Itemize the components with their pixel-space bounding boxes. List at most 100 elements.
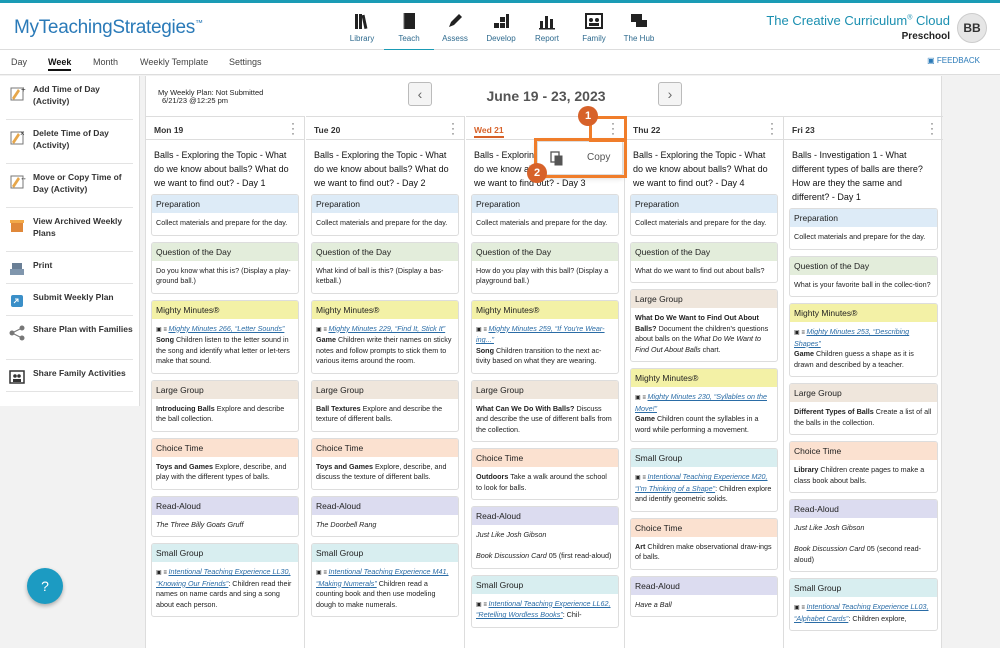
- activity-card[interactable]: Read-Aloud Just Like Josh Gibson Book Disc…: [789, 499, 938, 572]
- chat-icon: [631, 14, 647, 27]
- sidebar-item-view-archived-weekly-plans[interactable]: View Archived Weekly Plans: [6, 208, 133, 252]
- help-button[interactable]: ?: [27, 568, 63, 604]
- activity-card[interactable]: Choice Time Library Children create pages…: [789, 441, 938, 493]
- activity-heading: Read-Aloud: [631, 576, 777, 595]
- activity-card[interactable]: Choice Time Toys and Games Explore, descr…: [311, 437, 459, 490]
- activity-card[interactable]: Large Group What Can We Do With Balls? Di…: [471, 379, 619, 442]
- activity-heading: Small Group: [631, 449, 777, 467]
- activity-card[interactable]: Choice Time Outdoors Take a walk around t…: [471, 448, 619, 500]
- activity-card[interactable]: Small Group ▣ ≡ Intentional Teaching Expe…: [630, 448, 778, 512]
- activity-body: Collect materials and prepare for the da…: [794, 232, 926, 241]
- activity-heading: Choice Time: [312, 438, 458, 457]
- activity-card[interactable]: Small Group ▣ ≡ Intentional Teaching Expe…: [151, 543, 299, 617]
- activity-card[interactable]: Large Group What Do We Want to Find Out A…: [630, 289, 778, 362]
- activity-card[interactable]: Question of the Day What kind of ball is …: [311, 241, 459, 294]
- activity-card[interactable]: Preparation Collect materials and prepare…: [789, 208, 938, 250]
- day-menu-button[interactable]: · · ·: [290, 117, 296, 139]
- app-logo[interactable]: MyTeachingStrategies™: [14, 17, 203, 39]
- book-icon: [403, 13, 415, 29]
- activity-heading: Choice Time: [152, 438, 298, 457]
- feedback-link[interactable]: ▣ FEEDBACK: [927, 56, 980, 65]
- prev-week-button[interactable]: ‹: [408, 82, 432, 106]
- tab-weekly-template[interactable]: Weekly Template: [140, 57, 208, 67]
- day-menu-button[interactable]: · · ·: [450, 117, 456, 139]
- resource-icon: ▣ ≡: [794, 330, 807, 336]
- tab-settings[interactable]: Settings: [229, 57, 262, 67]
- highlight-copy-item: [534, 138, 627, 178]
- day-header: Thu 22 · · ·: [625, 116, 783, 140]
- activity-body: ▣ ≡ Intentional Teaching Experience LL30…: [156, 567, 292, 609]
- activity-card[interactable]: Preparation Collect materials and prepare…: [471, 194, 619, 236]
- activity-body: Library Children create pages to make a …: [794, 465, 925, 485]
- activity-link[interactable]: Mighty Minutes 230, “Syllables on the Mo…: [635, 392, 767, 413]
- nav-family[interactable]: Family: [569, 9, 619, 43]
- sidebar-item-move-or-copy-time-of-day-activity[interactable]: ↔ Move or Copy Time of Day (Activity): [6, 164, 133, 208]
- day-menu-button[interactable]: · · ·: [929, 117, 935, 139]
- activity-card[interactable]: Mighty Minutes® ▣ ≡ Mighty Minutes 229, “…: [311, 299, 459, 374]
- activity-heading: Preparation: [152, 195, 298, 213]
- tab-day[interactable]: Day: [11, 57, 27, 67]
- nav-library[interactable]: Library: [337, 9, 387, 43]
- sidebar-item-submit-weekly-plan[interactable]: Submit Weekly Plan: [6, 284, 133, 316]
- activity-heading: Mighty Minutes®: [472, 300, 618, 319]
- activity-link[interactable]: Mighty Minutes 259, “If You're Wear-ing.…: [476, 324, 605, 345]
- activity-card[interactable]: Question of the Day What is your favorite…: [789, 255, 938, 297]
- activity-card[interactable]: Read-Aloud Have a Ball: [630, 575, 778, 617]
- next-week-button[interactable]: ›: [658, 82, 682, 106]
- move-time-icon: ↔: [10, 175, 26, 189]
- submit-icon: [11, 295, 23, 307]
- avatar[interactable]: BB: [957, 13, 987, 43]
- sidebar-item-print[interactable]: Print: [6, 252, 133, 284]
- nav-the-hub[interactable]: The Hub: [614, 9, 664, 43]
- activity-card[interactable]: Preparation Collect materials and prepare…: [151, 194, 299, 236]
- activity-card[interactable]: Large Group Introducing Balls Explore and…: [151, 379, 299, 432]
- sidebar-item-add-time-of-day-activity[interactable]: + Add Time of Day (Activity): [6, 76, 133, 120]
- day-column: Wed 21··· Balls - Exploring the Topic - …: [466, 116, 625, 648]
- activity-card[interactable]: Large Group Different Types of Balls Crea…: [789, 383, 938, 435]
- sidebar-item-delete-time-of-day-activity[interactable]: × Delete Time of Day (Activity): [6, 120, 133, 164]
- add-time-icon: +: [10, 85, 26, 101]
- activity-body: What Do We Want to Find Out About Balls?…: [635, 313, 769, 354]
- activity-card[interactable]: Small Group ▣ ≡ Intentional Teaching Expe…: [471, 574, 619, 628]
- activity-link[interactable]: Intentional Teaching Experience LL62, “R…: [476, 599, 611, 620]
- activity-card[interactable]: Read-Aloud The Doorbell Rang: [311, 495, 459, 537]
- activity-card[interactable]: Read-Aloud Just Like Josh Gibson Book Disc…: [471, 506, 619, 569]
- activity-card[interactable]: Question of the Day How do you play with …: [471, 241, 619, 294]
- day-menu-button[interactable]: · · ·: [769, 117, 775, 139]
- activity-card[interactable]: Question of the Day Do you know what this…: [151, 241, 299, 294]
- activity-body: The Doorbell Rang: [316, 519, 377, 529]
- sidebar-item-share-plan-with-families[interactable]: Share Plan with Families: [6, 316, 133, 360]
- activity-heading: Choice Time: [790, 442, 937, 460]
- activity-heading: Choice Time: [631, 518, 777, 537]
- activity-card[interactable]: Preparation Collect materials and prepare…: [630, 194, 778, 236]
- activity-card[interactable]: Mighty Minutes® ▣ ≡ Mighty Minutes 266, “…: [151, 299, 299, 374]
- activity-card[interactable]: Choice Time Toys and Games Explore, descr…: [151, 437, 299, 490]
- tab-month[interactable]: Month: [93, 57, 118, 67]
- activity-heading: Mighty Minutes®: [790, 304, 937, 322]
- day-header: Fri 23 · · ·: [784, 116, 943, 140]
- activity-card[interactable]: Small Group ▣ ≡ Intentional Teaching Expe…: [789, 578, 938, 631]
- activity-link[interactable]: Mighty Minutes 266, “Letter Sounds”: [169, 324, 285, 333]
- activity-card[interactable]: Large Group Ball Textures Explore and des…: [311, 379, 459, 432]
- resource-icon: ▣ ≡: [316, 570, 329, 576]
- activity-card[interactable]: Choice Time Art Children make observation…: [630, 517, 778, 570]
- activity-card[interactable]: Mighty Minutes® ▣ ≡ Mighty Minutes 230, “…: [630, 368, 778, 442]
- activity-card[interactable]: Mighty Minutes® ▣ ≡ Mighty Minutes 259, “…: [471, 299, 619, 374]
- nav-assess[interactable]: Assess: [430, 9, 480, 43]
- activity-link[interactable]: Mighty Minutes 229, “Find It, Stick It”: [329, 324, 446, 333]
- activity-card[interactable]: Small Group ▣ ≡ Intentional Teaching Expe…: [311, 543, 459, 617]
- activity-card[interactable]: Preparation Collect materials and prepare…: [311, 194, 459, 236]
- activity-body: What is your favorite ball in the collec…: [794, 279, 931, 289]
- activity-link[interactable]: Mighty Minutes 253, “Describing Shapes”: [794, 327, 909, 348]
- step-badge-2: 2: [527, 163, 547, 183]
- activity-card[interactable]: Read-Aloud The Three Billy Goats Gruff: [151, 495, 299, 537]
- activity-card[interactable]: Mighty Minutes® ▣ ≡ Mighty Minutes 253, “…: [789, 303, 938, 377]
- day-label: Fri 23: [792, 125, 815, 135]
- sidebar-item-share-family-activities[interactable]: Share Family Activities: [6, 360, 133, 392]
- tab-week[interactable]: Week: [48, 57, 72, 71]
- resource-icon: ▣ ≡: [794, 605, 807, 611]
- nav-develop[interactable]: Develop: [476, 9, 526, 43]
- activity-card[interactable]: Question of the Day What do we want to fi…: [630, 241, 778, 283]
- nav-report[interactable]: Report: [522, 9, 572, 43]
- nav-teach[interactable]: Teach: [384, 9, 434, 51]
